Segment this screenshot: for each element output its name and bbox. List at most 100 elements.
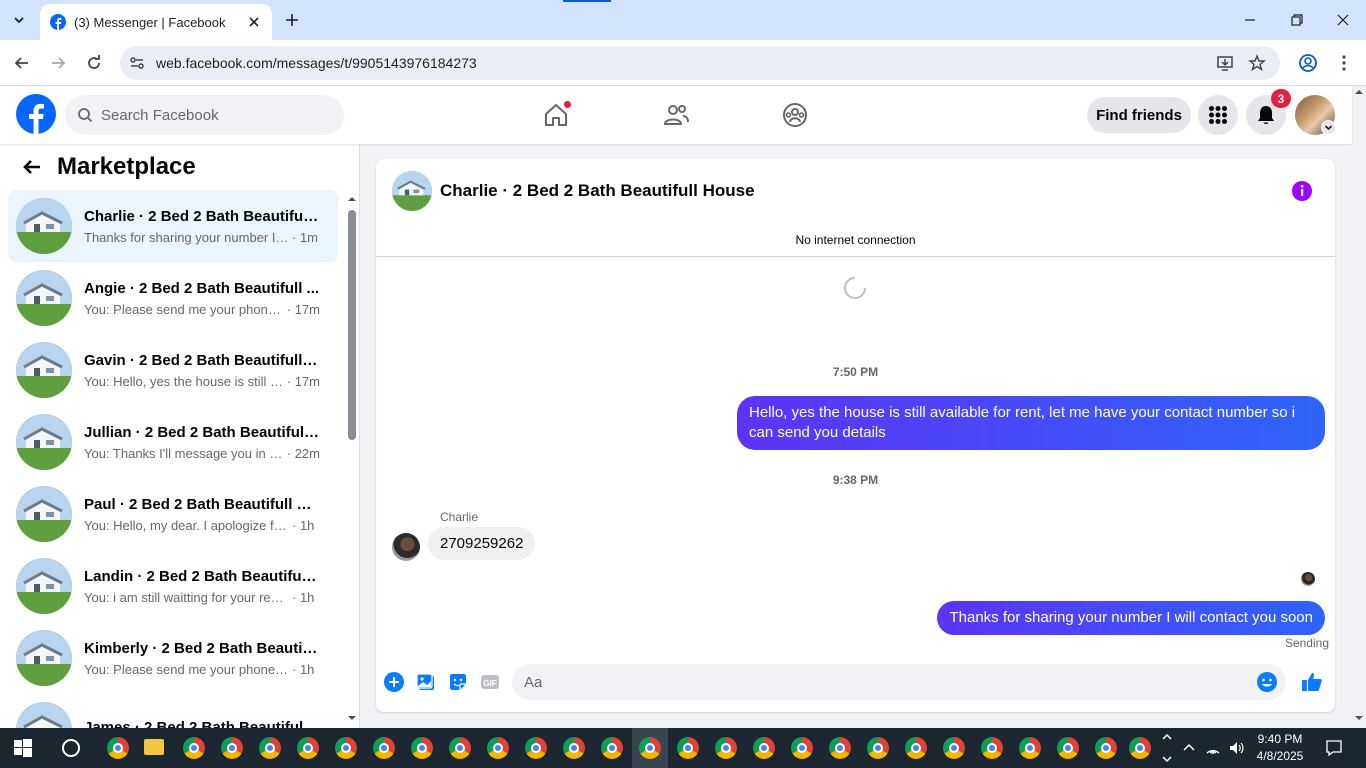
chrome-icon[interactable]	[981, 737, 1003, 759]
conversation-item[interactable]: James · 2 Bed 2 Bath Beautifull ...	[8, 694, 338, 728]
plus-circle-icon[interactable]	[383, 671, 405, 693]
chrome-icon[interactable]	[791, 737, 813, 759]
conversation-item[interactable]: Charlie · 2 Bed 2 Bath Beautifull ... Th…	[8, 190, 338, 262]
chrome-icon[interactable]	[487, 737, 509, 759]
emoji-icon[interactable]	[1256, 671, 1278, 693]
listing-thumbnail	[16, 270, 72, 326]
chat-listing-thumbnail[interactable]	[392, 171, 432, 211]
chrome-icon[interactable]	[905, 737, 927, 759]
windows-start-icon[interactable]	[14, 739, 32, 757]
back-arrow-icon[interactable]	[12, 53, 32, 73]
address-bar[interactable]: web.facebook.com/messages/t/990514397618…	[120, 46, 1280, 80]
bookmark-star-icon[interactable]	[1248, 54, 1266, 72]
gif-icon[interactable]: GIF	[479, 671, 501, 693]
message-input-box[interactable]	[512, 664, 1286, 700]
conversation-item[interactable]: Angie · 2 Bed 2 Bath Beautifull ... You:…	[8, 262, 338, 334]
chrome-icon[interactable]	[525, 737, 547, 759]
conversation-item[interactable]: Kimberly · 2 Bed 2 Bath Beautifu... You:…	[8, 622, 338, 694]
chevron-down-icon	[1324, 125, 1333, 131]
page-scrollbar[interactable]	[1352, 86, 1366, 728]
listing-thumbnail	[16, 342, 72, 398]
scroll-up-icon[interactable]	[345, 194, 359, 204]
scroll-down-icon[interactable]	[1352, 712, 1366, 724]
taskbar-overflow-icon[interactable]	[1160, 730, 1174, 766]
show-hidden-icons-icon[interactable]	[1181, 740, 1197, 756]
chrome-icon[interactable]	[753, 737, 775, 759]
forward-arrow-icon[interactable]	[48, 53, 68, 73]
chrome-icon[interactable]	[183, 737, 205, 759]
back-arrow-icon[interactable]	[21, 156, 43, 178]
install-app-icon[interactable]	[1216, 54, 1234, 72]
chrome-icon[interactable]	[829, 737, 851, 759]
groups-icon[interactable]	[781, 101, 809, 129]
chrome-icon[interactable]	[373, 737, 395, 759]
browser-menu-icon[interactable]	[1334, 53, 1354, 73]
minimize-icon[interactable]	[1242, 12, 1258, 28]
facebook-logo-icon[interactable]	[16, 94, 56, 134]
sticker-icon[interactable]	[447, 671, 469, 693]
outgoing-message[interactable]: Hello, yes the house is still available …	[737, 396, 1325, 450]
chrome-icon[interactable]	[221, 737, 243, 759]
network-status-bar: No internet connection	[376, 223, 1335, 257]
sender-avatar[interactable]	[392, 533, 420, 561]
chrome-icon[interactable]	[107, 737, 129, 759]
taskbar-search-icon[interactable]	[62, 739, 80, 757]
chat-panel: Charlie · 2 Bed 2 Bath Beautifull House …	[376, 159, 1335, 712]
close-tab-icon[interactable]	[246, 14, 262, 30]
conversation-item[interactable]: Paul · 2 Bed 2 Bath Beautifull Ho... You…	[8, 478, 338, 550]
scroll-down-icon[interactable]	[345, 713, 359, 723]
incoming-message[interactable]: 2709259262	[428, 527, 536, 560]
conversation-item[interactable]: Jullian · 2 Bed 2 Bath Beautifull ... Yo…	[8, 406, 338, 478]
reload-icon[interactable]	[84, 53, 104, 73]
chrome-icon[interactable]	[601, 737, 623, 759]
outgoing-message[interactable]: Thanks for sharing your number I will co…	[937, 601, 1325, 635]
photo-icon[interactable]	[415, 671, 437, 693]
tab-search-button[interactable]	[8, 9, 30, 31]
chrome-icon[interactable]	[639, 737, 661, 759]
chrome-icon[interactable]	[1095, 737, 1117, 759]
chrome-icon[interactable]	[449, 737, 471, 759]
site-info-icon[interactable]	[128, 54, 146, 72]
chrome-icon[interactable]	[1019, 737, 1041, 759]
find-friends-button[interactable]: Find friends	[1087, 97, 1191, 133]
chrome-icon[interactable]	[297, 737, 319, 759]
browser-titlebar: (3) Messenger | Facebook	[0, 0, 1366, 40]
info-icon[interactable]	[1291, 180, 1313, 202]
menu-button[interactable]	[1198, 95, 1238, 135]
new-tab-icon[interactable]	[282, 10, 302, 30]
chrome-icon[interactable]	[867, 737, 889, 759]
chrome-icon[interactable]	[259, 737, 281, 759]
chrome-icon[interactable]	[715, 737, 737, 759]
sidebar-title: Marketplace	[57, 153, 196, 180]
browser-tab[interactable]: (3) Messenger | Facebook	[40, 4, 272, 40]
notification-center-icon[interactable]	[1325, 739, 1343, 757]
restore-icon[interactable]	[1289, 12, 1305, 28]
facebook-search[interactable]	[65, 95, 344, 135]
conversation-item[interactable]: Landin · 2 Bed 2 Bath Beautifull ... You…	[8, 550, 338, 622]
chrome-icon[interactable]	[1057, 737, 1079, 759]
close-window-icon[interactable]	[1335, 12, 1351, 28]
chrome-icon[interactable]	[335, 737, 357, 759]
network-icon[interactable]	[1205, 740, 1221, 756]
chrome-icon[interactable]	[411, 737, 433, 759]
sidebar-scroll-thumb[interactable]	[348, 210, 356, 440]
scroll-up-icon[interactable]	[1352, 86, 1366, 98]
volume-icon[interactable]	[1228, 740, 1244, 756]
sidebar-scrollbar[interactable]	[345, 194, 359, 728]
conversation-item[interactable]: Gavin · 2 Bed 2 Bath Beautifull H... You…	[8, 334, 338, 406]
account-chevron[interactable]	[1321, 120, 1336, 135]
message-input[interactable]	[524, 673, 1224, 691]
friends-icon[interactable]	[662, 101, 690, 129]
search-input[interactable]	[101, 106, 321, 124]
conversation-list: Charlie · 2 Bed 2 Bath Beautifull ... Th…	[8, 190, 338, 728]
chrome-icon[interactable]	[1129, 737, 1151, 759]
profile-icon[interactable]	[1298, 53, 1318, 73]
chrome-icon[interactable]	[677, 737, 699, 759]
file-explorer-icon[interactable]	[144, 739, 164, 755]
chrome-icon[interactable]	[943, 737, 965, 759]
chrome-icon[interactable]	[563, 737, 585, 759]
chat-title[interactable]: Charlie · 2 Bed 2 Bath Beautifull House	[440, 181, 755, 201]
conversation-preview: You: Please send me your phone n...	[84, 661, 289, 677]
taskbar-clock[interactable]: 9:40 PM 4/8/2025	[1252, 731, 1308, 765]
thumbs-up-icon[interactable]	[1301, 671, 1323, 693]
